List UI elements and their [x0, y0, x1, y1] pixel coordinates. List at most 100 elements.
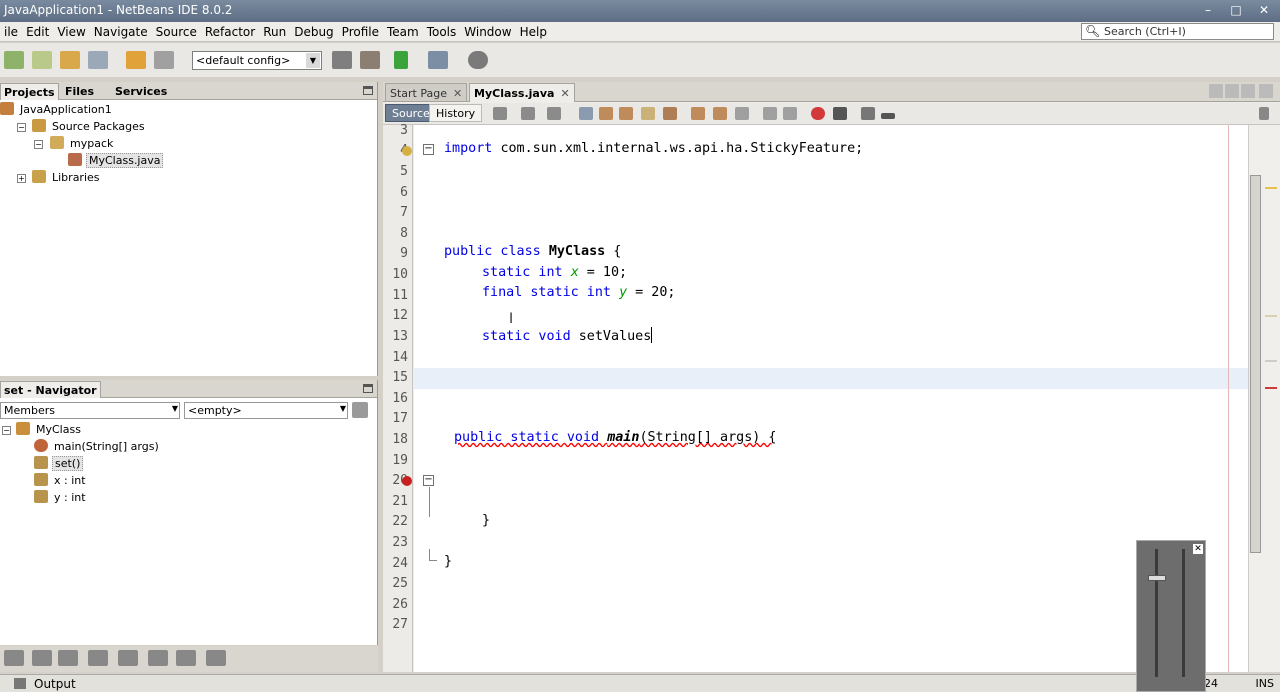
- tree-item-myclass-java[interactable]: MyClass.java: [68, 153, 164, 169]
- maximize-button[interactable]: □: [1226, 2, 1246, 18]
- fold-collapse-icon[interactable]: −: [423, 475, 434, 486]
- tab-projects[interactable]: Projects: [0, 83, 59, 100]
- menu-view[interactable]: View: [53, 25, 89, 39]
- menu-file[interactable]: ile: [0, 25, 22, 39]
- nav-item-x[interactable]: x : int: [34, 473, 88, 489]
- uncomment-icon[interactable]: [881, 113, 895, 119]
- clean-build-icon[interactable]: [360, 51, 380, 69]
- fold-collapse-icon[interactable]: −: [423, 144, 434, 155]
- nav-item-main[interactable]: main(String[] args): [34, 439, 161, 455]
- collapse-icon[interactable]: −: [2, 426, 11, 435]
- shift-right-icon[interactable]: [783, 107, 797, 120]
- navigator-options-icon[interactable]: [352, 402, 368, 418]
- nav-item-set[interactable]: set(): [34, 456, 84, 472]
- warning-mark[interactable]: [1265, 187, 1277, 189]
- stop-macro-recording-icon[interactable]: [833, 107, 847, 120]
- start-macro-recording-icon[interactable]: [811, 107, 825, 120]
- sort-icon[interactable]: [32, 650, 52, 666]
- build-hammer-icon[interactable]: [332, 51, 352, 69]
- sort-alpha-icon[interactable]: [58, 650, 78, 666]
- menu-edit[interactable]: Edit: [22, 25, 53, 39]
- menu-refactor[interactable]: Refactor: [201, 25, 259, 39]
- error-mark[interactable]: [1265, 387, 1277, 389]
- volume-slider-knob[interactable]: [1148, 575, 1166, 581]
- shift-left-icon[interactable]: [763, 107, 777, 120]
- tab-services[interactable]: Services: [112, 83, 170, 100]
- show-members-icon[interactable]: [176, 650, 196, 666]
- toggle-highlight-icon[interactable]: [641, 107, 655, 120]
- occurrence-mark[interactable]: [1265, 360, 1277, 362]
- tree-item-libraries[interactable]: Libraries: [32, 170, 102, 186]
- last-edit-icon[interactable]: [493, 107, 507, 120]
- collapse-icon[interactable]: −: [34, 140, 43, 149]
- show-opened-docs-icon[interactable]: [1241, 84, 1255, 98]
- minimize-panel-icon[interactable]: [363, 86, 373, 95]
- history-view-button[interactable]: History: [429, 104, 483, 122]
- minimize-panel-icon[interactable]: [363, 384, 373, 393]
- menu-navigate[interactable]: Navigate: [90, 25, 152, 39]
- tab-start-page[interactable]: Start Page ✕: [385, 83, 468, 102]
- open-project-icon[interactable]: [60, 51, 80, 69]
- show-static-icon[interactable]: [118, 650, 138, 666]
- new-file-icon[interactable]: [32, 51, 52, 69]
- find-next-icon[interactable]: [619, 107, 633, 120]
- show-fqn-icon[interactable]: [206, 650, 226, 666]
- next-bookmark-icon[interactable]: [713, 107, 727, 120]
- redo-icon[interactable]: [154, 51, 174, 69]
- find-previous-icon[interactable]: [599, 107, 613, 120]
- maximize-window-icon[interactable]: [1259, 84, 1273, 98]
- output-window-button[interactable]: Output: [34, 677, 76, 691]
- tab-myclass-java[interactable]: MyClass.java ✕: [469, 83, 575, 102]
- new-project-icon[interactable]: [4, 51, 24, 69]
- menu-window[interactable]: Window: [460, 25, 515, 39]
- occurrence-mark[interactable]: [1265, 315, 1277, 317]
- close-button[interactable]: ✕: [1254, 2, 1274, 18]
- profile-icon[interactable]: [468, 51, 488, 69]
- nav-item-y[interactable]: y : int: [34, 490, 88, 506]
- close-tab-icon[interactable]: ✕: [560, 87, 569, 100]
- tree-item-mypack[interactable]: mypack: [50, 136, 115, 152]
- save-all-icon[interactable]: [88, 51, 108, 69]
- expand-icon[interactable]: +: [17, 174, 26, 183]
- scope-select[interactable]: <empty> ▼: [184, 402, 348, 419]
- menu-help[interactable]: Help: [516, 25, 551, 39]
- forward-icon[interactable]: [547, 107, 561, 120]
- code-editor[interactable]: − − import com.sun.xml.internal.ws.api.h…: [414, 125, 1248, 672]
- menu-team[interactable]: Team: [383, 25, 423, 39]
- comment-icon[interactable]: [861, 107, 875, 120]
- filter-icon[interactable]: [4, 650, 24, 666]
- menu-tools[interactable]: Tools: [423, 25, 461, 39]
- error-icon[interactable]: [402, 476, 412, 486]
- undo-icon[interactable]: [126, 51, 146, 69]
- menu-debug[interactable]: Debug: [290, 25, 337, 39]
- tree-item-project[interactable]: JavaApplication1: [0, 102, 114, 118]
- tab-files[interactable]: Files: [62, 83, 97, 100]
- scrollbar-thumb[interactable]: [1250, 175, 1261, 553]
- run-icon[interactable]: [394, 51, 408, 69]
- toggle-rectangular-selection-icon[interactable]: [663, 107, 677, 120]
- close-tab-icon[interactable]: ✕: [453, 87, 462, 100]
- find-icon[interactable]: [579, 107, 593, 120]
- search-input[interactable]: 🔍︎ Search (Ctrl+I): [1081, 23, 1274, 40]
- menu-run[interactable]: Run: [259, 25, 290, 39]
- nav-item-myclass[interactable]: MyClass: [16, 422, 83, 438]
- tab-navigator[interactable]: set - Navigator: [0, 381, 101, 398]
- back-icon[interactable]: [521, 107, 535, 120]
- scroll-right-icon[interactable]: [1225, 84, 1239, 98]
- close-icon[interactable]: ✕: [1193, 544, 1203, 554]
- members-filter-select[interactable]: Members ▼: [0, 402, 180, 419]
- menu-profile[interactable]: Profile: [338, 25, 383, 39]
- warning-bulb-icon[interactable]: [402, 146, 412, 156]
- editor-vertical-scrollbar[interactable]: [1248, 125, 1262, 672]
- previous-bookmark-icon[interactable]: [691, 107, 705, 120]
- tree-item-source-packages[interactable]: Source Packages: [32, 119, 147, 135]
- show-fields-icon[interactable]: [88, 650, 108, 666]
- scroll-left-icon[interactable]: [1209, 84, 1223, 98]
- collapse-icon[interactable]: −: [17, 123, 26, 132]
- volume-slider-track[interactable]: [1182, 549, 1185, 677]
- debug-icon[interactable]: [428, 51, 448, 69]
- menu-source[interactable]: Source: [152, 25, 201, 39]
- volume-slider-track[interactable]: [1155, 549, 1158, 677]
- split-editor-icon[interactable]: [1259, 107, 1269, 120]
- toggle-bookmark-icon[interactable]: [735, 107, 749, 120]
